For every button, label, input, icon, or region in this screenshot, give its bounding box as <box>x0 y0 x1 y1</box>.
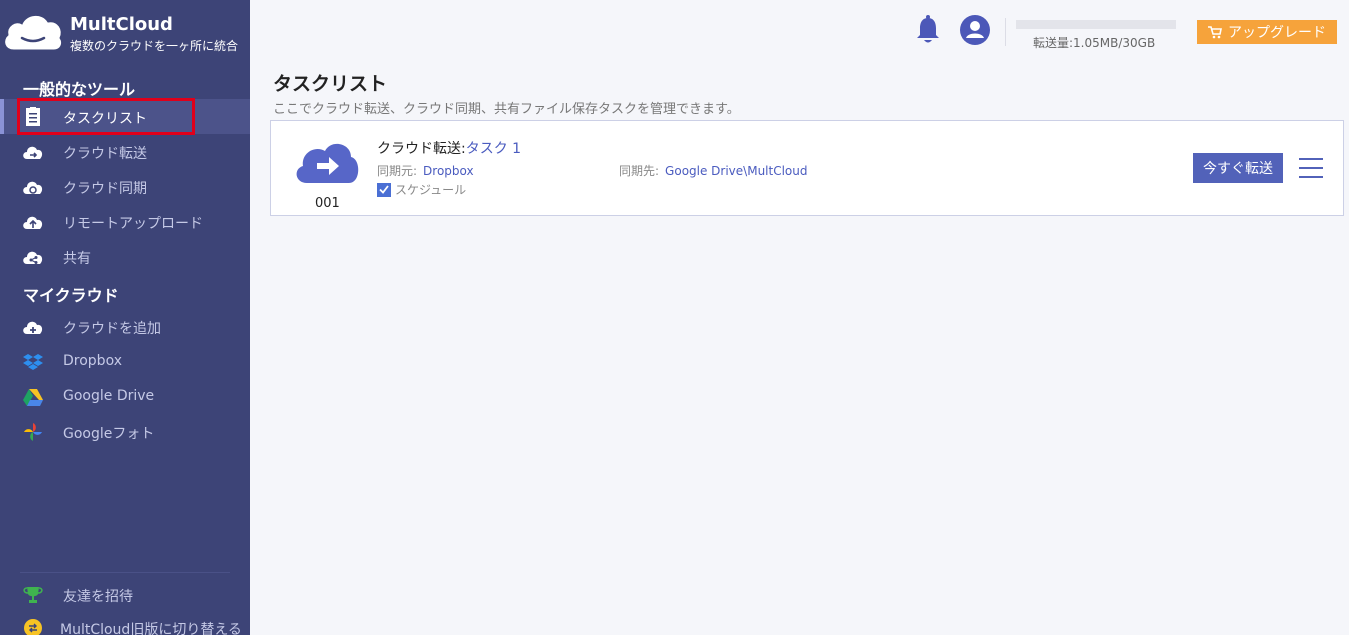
brand-subtitle: 複数のクラウドを一ヶ所に統合 <box>70 39 239 53</box>
sidebar-item-label: クラウド転送 <box>63 146 147 162</box>
multcloud-logo-icon <box>4 15 63 51</box>
quota-text: 転送量:1.05MB/30GB <box>1033 36 1156 50</box>
sidebar-item-label: MultCloud旧版に切り替える <box>60 622 242 635</box>
google-photos-icon <box>24 423 42 441</box>
source-label: 同期元: <box>377 164 418 178</box>
brand-logo[interactable]: MultCloud 複数のクラウドを一ヶ所に統合 <box>0 6 250 56</box>
sidebar-item-label: 友達を招待 <box>63 589 133 605</box>
task-name-link[interactable]: タスク 1 <box>466 141 521 157</box>
sidebar-item-switch-old-version[interactable]: MultCloud旧版に切り替える <box>0 610 250 635</box>
user-icon <box>966 21 984 38</box>
task-name: クラウド転送:タスク 1 <box>377 138 521 158</box>
brand-title: MultCloud <box>70 14 173 35</box>
schedule-label: スケジュール <box>395 183 467 197</box>
sidebar-item-label: Googleフォト <box>63 426 155 442</box>
switch-version-icon <box>24 619 42 635</box>
checkbox-checked-icon <box>377 182 391 197</box>
sidebar-item-google-drive[interactable]: Google Drive <box>0 379 250 414</box>
topbar-divider <box>1005 18 1006 46</box>
dest-label: 同期先: <box>619 164 660 178</box>
hamburger-menu-icon[interactable] <box>1299 157 1323 179</box>
page-description: ここでクラウド転送、クラウド同期、共有ファイル保存タスクを管理できます。 <box>273 102 740 117</box>
cloud-transfer-icon <box>23 146 43 159</box>
sidebar-item-remote-upload[interactable]: リモートアップロード <box>0 204 250 239</box>
cloud-add-icon <box>23 321 43 334</box>
dest-link[interactable]: Google Drive\MultCloud <box>665 164 807 178</box>
dropbox-icon <box>23 354 43 370</box>
upgrade-button[interactable]: アップグレード <box>1197 20 1337 44</box>
task-source: 同期元: Dropbox <box>377 162 474 179</box>
run-now-button[interactable]: 今すぐ転送 <box>1193 153 1283 183</box>
task-type: クラウド転送: <box>377 141 466 157</box>
quota-progress-bar <box>1016 20 1176 29</box>
sidebar-item-invite-friends[interactable]: 友達を招待 <box>0 577 250 612</box>
sidebar-item-label: Dropbox <box>63 353 122 369</box>
task-number: 001 <box>315 196 340 211</box>
user-avatar-icon[interactable] <box>960 15 990 45</box>
section-title-general: 一般的なツール <box>23 80 136 99</box>
sidebar: MultCloud 複数のクラウドを一ヶ所に統合 一般的なツール タスクリスト … <box>0 0 250 635</box>
page-title: タスクリスト <box>273 73 388 95</box>
trophy-icon <box>23 587 43 603</box>
schedule-checkbox[interactable]: スケジュール <box>377 181 466 198</box>
cloud-sync-icon <box>23 181 43 194</box>
cloud-upload-icon <box>23 216 43 229</box>
cloud-transfer-icon <box>296 143 359 183</box>
sidebar-item-google-photos[interactable]: Googleフォト <box>0 414 250 449</box>
source-link[interactable]: Dropbox <box>423 164 474 178</box>
sidebar-item-cloud-sync[interactable]: クラウド同期 <box>0 169 250 204</box>
sidebar-divider <box>20 572 230 573</box>
sidebar-item-label: クラウドを追加 <box>63 321 161 337</box>
sidebar-item-dropbox[interactable]: Dropbox <box>0 344 250 379</box>
sidebar-item-label: クラウド同期 <box>63 181 147 197</box>
task-card: 001 クラウド転送:タスク 1 同期元: Dropbox 同期先: Google … <box>270 120 1344 216</box>
highlight-annotation <box>17 98 195 135</box>
section-title-my-cloud: マイクラウド <box>23 286 119 305</box>
sidebar-item-share[interactable]: 共有 <box>0 239 250 274</box>
sidebar-item-label: Google Drive <box>63 388 155 404</box>
sidebar-item-add-cloud[interactable]: クラウドを追加 <box>0 309 250 344</box>
sidebar-item-label: 共有 <box>63 251 91 267</box>
cart-icon <box>1208 25 1222 38</box>
cloud-share-icon <box>23 251 43 264</box>
sidebar-item-label: リモートアップロード <box>63 216 203 232</box>
bell-icon[interactable] <box>914 15 942 45</box>
task-destination: 同期先: Google Drive\MultCloud <box>619 162 808 179</box>
sidebar-item-cloud-transfer[interactable]: クラウド転送 <box>0 134 250 169</box>
upgrade-label: アップグレード <box>1228 25 1326 41</box>
google-drive-icon <box>23 389 43 406</box>
